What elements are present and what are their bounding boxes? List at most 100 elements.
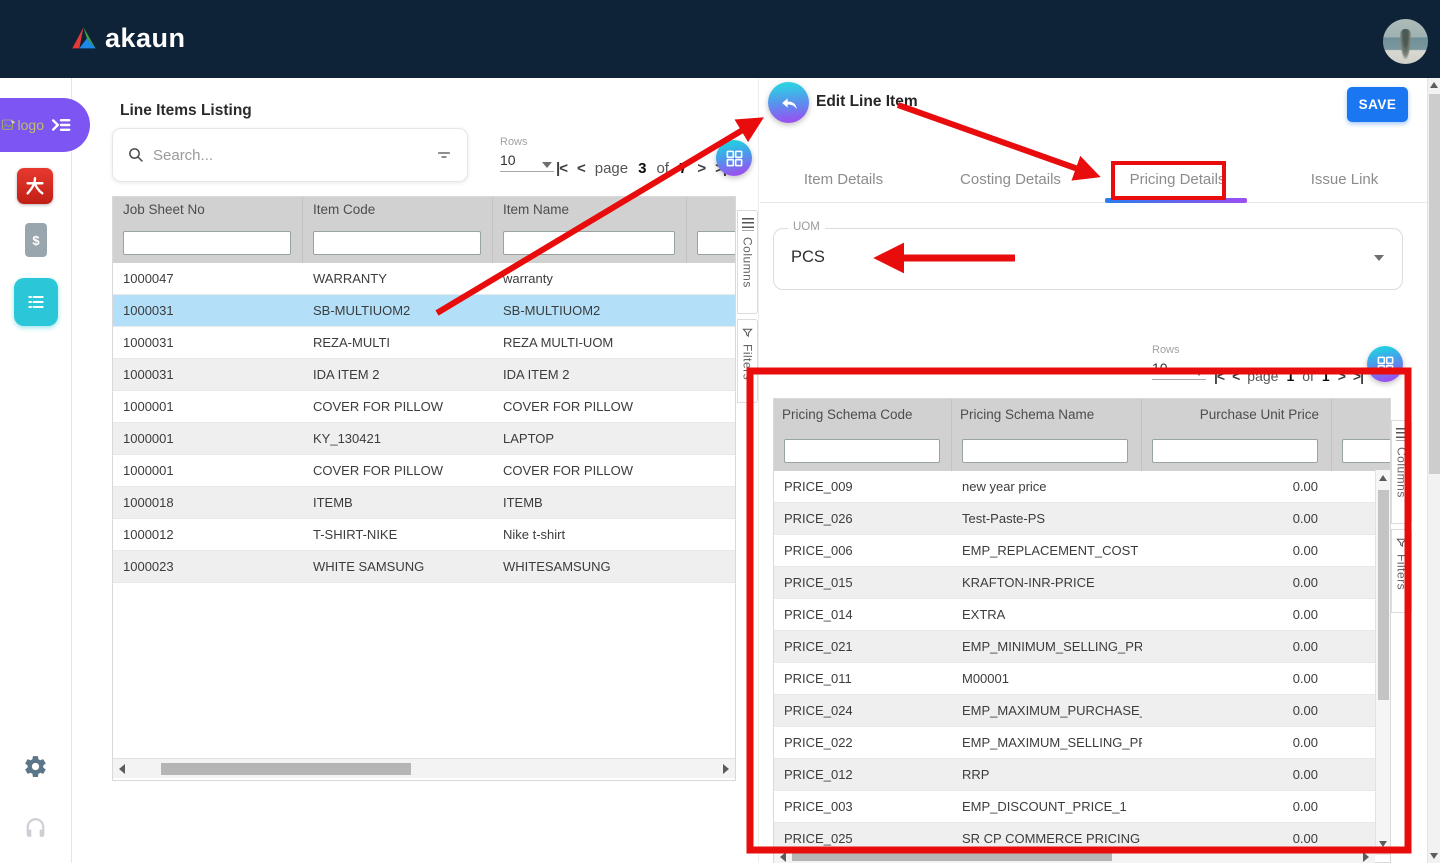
scrollbar-thumb[interactable] [161, 763, 411, 775]
line-item-row-cell: ITEMB [493, 487, 687, 518]
scroll-right-icon[interactable] [723, 764, 729, 774]
pricing-schema-row[interactable]: PRICE_003EMP_DISCOUNT_PRICE_10.00 [774, 791, 1390, 823]
line-item-row[interactable]: 1000012T-SHIRT-NIKENike t-shirt [113, 519, 735, 551]
line-item-row-cell: IDA ITEM 2 [303, 359, 493, 390]
rows-per-page-select[interactable]: 10 [500, 152, 554, 172]
support-button[interactable] [23, 815, 48, 840]
pricing-horizontal-scrollbar[interactable] [774, 849, 1375, 863]
scrollbar-thumb[interactable] [1378, 490, 1389, 700]
scroll-right-icon[interactable] [1363, 852, 1369, 862]
column-header-pricing-schema-name[interactable]: Pricing Schema Name [952, 399, 1142, 431]
pricing-schema-row[interactable]: PRICE_024EMP_MAXIMUM_PURCHASE_P...0.00 [774, 695, 1390, 727]
line-item-row[interactable]: 1000001KY_130421LAPTOP [113, 423, 735, 455]
column-header-purchase-unit-price[interactable]: Purchase Unit Price [1142, 399, 1332, 431]
sidebar-item-app-icon[interactable] [17, 168, 53, 204]
column-filter-input[interactable] [503, 231, 675, 255]
page-scrollbar[interactable] [1427, 78, 1440, 863]
settings-button[interactable] [23, 754, 48, 779]
column-filter-input[interactable] [784, 439, 940, 463]
column-header-job-sheet-no[interactable]: Job Sheet No [113, 197, 303, 223]
line-item-row-cell: 1000012 [113, 519, 303, 550]
sidebar-item-line-items-active[interactable] [14, 278, 58, 326]
line-item-row-cell: T-SHIRT-NIKE [303, 519, 493, 550]
line-item-row[interactable]: 1000031IDA ITEM 2IDA ITEM 2 [113, 359, 735, 391]
akaun-triangle-logo-icon [70, 25, 98, 53]
pricing-schema-row[interactable]: PRICE_009new year price0.00 [774, 471, 1390, 503]
scrollbar-thumb[interactable] [792, 853, 1112, 861]
total-pages: 7 [679, 160, 687, 177]
prev-page-button[interactable]: < [577, 160, 585, 177]
column-header-pricing-schema-code[interactable]: Pricing Schema Code [774, 399, 952, 431]
left-pagination: |< < page 3 of 7 > >| [556, 160, 726, 177]
search-input[interactable] [153, 147, 427, 164]
pricing-schema-row[interactable]: PRICE_014EXTRA0.00 [774, 599, 1390, 631]
line-item-row[interactable]: 1000001COVER FOR PILLOWCOVER FOR PILLOW [113, 391, 735, 423]
first-page-button[interactable]: |< [556, 160, 567, 177]
line-item-row[interactable]: 1000023WHITE SAMSUNGWHITESAMSUNG [113, 551, 735, 583]
line-item-row[interactable]: 1000047WARRANTYwarranty [113, 263, 735, 295]
pricing-schema-row[interactable]: PRICE_006EMP_REPLACEMENT_COST0.00 [774, 535, 1390, 567]
pricing-schema-row-cell: Test-Paste-PS [952, 503, 1142, 534]
first-page-button[interactable]: |< [1214, 368, 1224, 384]
column-filter-input[interactable] [1342, 439, 1391, 463]
scroll-left-icon[interactable] [119, 764, 125, 774]
pricing-columns-side-tab[interactable]: Columns [1391, 420, 1412, 524]
pricing-schema-row[interactable]: PRICE_015KRAFTON-INR-PRICE0.00 [774, 567, 1390, 599]
line-item-row[interactable]: 1000031SB-MULTIUOM2SB-MULTIUOM2 [113, 295, 735, 327]
pricing-filters-side-tab[interactable]: Filters [1391, 529, 1412, 613]
column-filter-input[interactable] [123, 231, 291, 255]
user-avatar[interactable] [1383, 19, 1428, 64]
column-filter-input[interactable] [962, 439, 1128, 463]
left-columns-side-tab[interactable]: Columns [737, 210, 758, 314]
tab-pricing-details[interactable]: Pricing Details [1094, 160, 1261, 202]
sidebar-logo-pill[interactable]: logo [0, 98, 90, 152]
column-filter-input[interactable] [313, 231, 481, 255]
pricing-schema-row[interactable]: PRICE_022EMP_MAXIMUM_SELLING_PRICE0.00 [774, 727, 1390, 759]
line-item-row-cell: ITEMB [303, 487, 493, 518]
last-page-button[interactable]: >| [1353, 368, 1363, 384]
line-item-row[interactable]: 1000001COVER FOR PILLOWCOVER FOR PILLOW [113, 455, 735, 487]
funnel-icon [1396, 537, 1407, 548]
column-filter-input[interactable] [1152, 439, 1318, 463]
grid-view-button[interactable] [716, 140, 752, 176]
scroll-up-icon[interactable] [1430, 82, 1438, 88]
pricing-schema-row[interactable]: PRICE_011M000010.00 [774, 663, 1390, 695]
pricing-vertical-scrollbar[interactable] [1375, 470, 1390, 852]
tab-item-details[interactable]: Item Details [760, 160, 927, 202]
next-page-button[interactable]: > [697, 160, 705, 177]
panel-divider [758, 78, 759, 863]
pricing-schema-row[interactable]: PRICE_012RRP0.00 [774, 759, 1390, 791]
sidebar-item-billing-icon[interactable]: $ [25, 223, 47, 257]
chevron-down-icon[interactable] [1374, 255, 1384, 261]
pricing-schema-row[interactable]: PRICE_021EMP_MINIMUM_SELLING_PRICE0.00 [774, 631, 1390, 663]
left-filters-side-tab[interactable]: Filters [737, 319, 758, 403]
filter-sort-icon[interactable] [435, 147, 453, 163]
scroll-down-icon[interactable] [1379, 841, 1387, 847]
line-item-row-cell: COVER FOR PILLOW [493, 391, 687, 422]
column-header-item-name[interactable]: Item Name [493, 197, 687, 223]
tab-costing-details[interactable]: Costing Details [927, 160, 1094, 202]
save-button[interactable]: SAVE [1347, 87, 1408, 122]
expand-sidebar-icon[interactable] [48, 114, 74, 136]
line-item-row-cell: WARRANTY [303, 263, 493, 294]
line-items-table-header: Job Sheet No Item Code Item Name [113, 197, 735, 223]
tab-issue-link[interactable]: Issue Link [1261, 160, 1428, 202]
scroll-left-icon[interactable] [780, 852, 786, 862]
scroll-down-icon[interactable] [1430, 853, 1438, 859]
line-items-horizontal-scrollbar[interactable] [113, 758, 735, 778]
back-button[interactable] [768, 82, 809, 123]
scroll-up-icon[interactable] [1379, 475, 1387, 481]
scrollbar-thumb[interactable] [1429, 94, 1440, 474]
prev-page-button[interactable]: < [1232, 368, 1239, 384]
rows-per-page-select[interactable]: 10 [1152, 360, 1206, 380]
line-item-row[interactable]: 1000018ITEMBITEMB [113, 487, 735, 519]
pricing-schema-row-cell: 0.00 [1142, 471, 1332, 502]
uom-select-field[interactable]: UOM PCS [773, 228, 1403, 290]
line-item-row[interactable]: 1000031REZA-MULTIREZA MULTI-UOM [113, 327, 735, 359]
pricing-schema-row[interactable]: PRICE_026Test-Paste-PS0.00 [774, 503, 1390, 535]
column-filter-input[interactable] [697, 231, 736, 255]
funnel-icon [742, 327, 753, 338]
next-page-button[interactable]: > [1338, 368, 1345, 384]
column-header-item-code[interactable]: Item Code [303, 197, 493, 223]
grid-view-button[interactable] [1367, 346, 1403, 382]
